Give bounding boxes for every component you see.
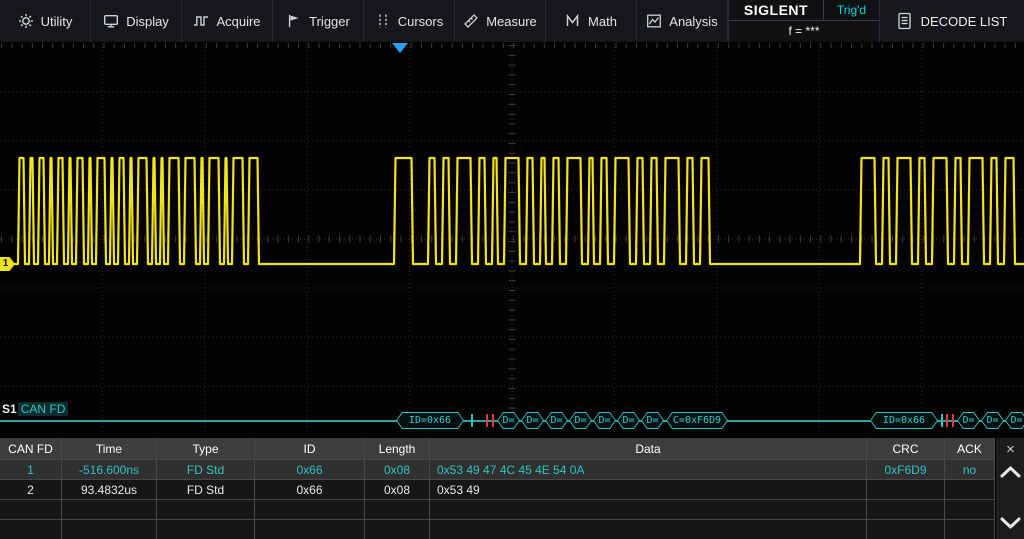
measure-icon (463, 13, 479, 29)
column-header: Length (365, 438, 430, 460)
menu-item-label: Math (588, 14, 617, 29)
menu-item-label: Utility (41, 14, 73, 29)
column-header: ID (255, 438, 365, 460)
oscilloscope-screen: Utility Display Acquire Trigger Cursors … (0, 0, 1024, 539)
menu-item-display[interactable]: Display (91, 0, 182, 42)
error-tick (492, 414, 494, 427)
acquire-icon (193, 13, 209, 29)
cell-length: 0x08 (365, 460, 430, 480)
decode-bubble-crc: C=0xF6D9 (666, 412, 728, 429)
menu-item-label: Measure (486, 14, 537, 29)
menu-item-cursors[interactable]: Cursors (364, 0, 455, 42)
scroll-up-button[interactable] (998, 463, 1023, 486)
cell-ack (945, 480, 995, 500)
gear-icon (18, 13, 34, 29)
source-name: S1 (2, 402, 17, 416)
trigger-position-marker[interactable] (392, 43, 408, 53)
menu-item-acquire[interactable]: Acquire (182, 0, 273, 42)
cell-id: 0x66 (255, 480, 365, 500)
menu-item-label: Analysis (669, 14, 717, 29)
menu-item-label: Acquire (216, 14, 260, 29)
waveform-display: 1 S1CAN FD ID=0x66 D= D= D= D= D= D= D= … (0, 43, 1024, 438)
chevron-down-icon (998, 514, 1023, 532)
frame-delimiter-tick (471, 414, 473, 427)
can-bus-trace (0, 158, 1024, 264)
close-icon[interactable]: × (996, 438, 1024, 460)
decode-list-panel: CAN FD Time Type ID Length Data CRC ACK … (0, 438, 1024, 539)
column-header: Time (62, 438, 157, 460)
display-icon (103, 13, 119, 29)
menu-item-label: Cursors (398, 14, 444, 29)
cell-length: 0x08 (365, 480, 430, 500)
frame-delimiter-tick (941, 414, 943, 427)
column-header: Type (157, 438, 255, 460)
cell-type: FD Std (157, 480, 255, 500)
menu-item-trigger[interactable]: Trigger (273, 0, 364, 42)
cell-crc: 0xF6D9 (867, 460, 945, 480)
column-header: Data (430, 438, 867, 460)
column-header: CRC (867, 438, 945, 460)
analysis-icon (646, 13, 662, 29)
column-header: CAN FD (0, 438, 62, 460)
decode-list-button[interactable]: DECODE LIST (880, 0, 1024, 42)
menu-item-label: Trigger (309, 14, 350, 29)
waveform-layer (0, 43, 1024, 438)
error-tick (486, 414, 488, 427)
decode-list-label: DECODE LIST (921, 14, 1008, 29)
menu-item-math[interactable]: Math (546, 0, 637, 42)
decode-table: CAN FD Time Type ID Length Data CRC ACK … (0, 438, 995, 539)
list-icon (897, 12, 912, 30)
cell-time: 93.4832us (62, 480, 157, 500)
frequency-readout: f = *** (729, 21, 879, 41)
trigger-flag-icon (286, 13, 302, 29)
math-icon (565, 13, 581, 29)
menu-item-analysis[interactable]: Analysis (637, 0, 728, 42)
cell-data: 0x53 49 (430, 480, 867, 500)
menu-item-measure[interactable]: Measure (455, 0, 546, 42)
table-scrollbar: × (995, 438, 1024, 539)
cell-type: FD Std (157, 460, 255, 480)
chevron-up-icon (998, 463, 1023, 481)
decode-source-label: S1CAN FD (2, 402, 68, 416)
status-block: SIGLENT Trig'd f = *** (728, 0, 880, 42)
decode-bubble-id: ID=0x66 (870, 412, 938, 429)
menu-item-label: Display (126, 14, 169, 29)
cell-data: 0x53 49 47 4C 45 4E 54 0A (430, 460, 867, 480)
cell-index: 1 (0, 460, 62, 480)
brand-logo: SIGLENT (729, 0, 823, 21)
trigger-status-badge: Trig'd (823, 0, 879, 21)
cell-ack: no (945, 460, 995, 480)
error-tick (946, 414, 948, 427)
cell-time: -516.600ns (62, 460, 157, 480)
bus-protocol-label: CAN FD (18, 402, 69, 416)
cell-index: 2 (0, 480, 62, 500)
cell-id: 0x66 (255, 460, 365, 480)
error-tick (952, 414, 954, 427)
cell-crc (867, 480, 945, 500)
scroll-down-button[interactable] (998, 514, 1023, 537)
decode-bubble-id: ID=0x66 (396, 412, 464, 429)
menubar: Utility Display Acquire Trigger Cursors … (0, 0, 1024, 43)
menu-item-utility[interactable]: Utility (0, 0, 91, 42)
cursors-icon (375, 13, 391, 29)
column-header: ACK (945, 438, 995, 460)
